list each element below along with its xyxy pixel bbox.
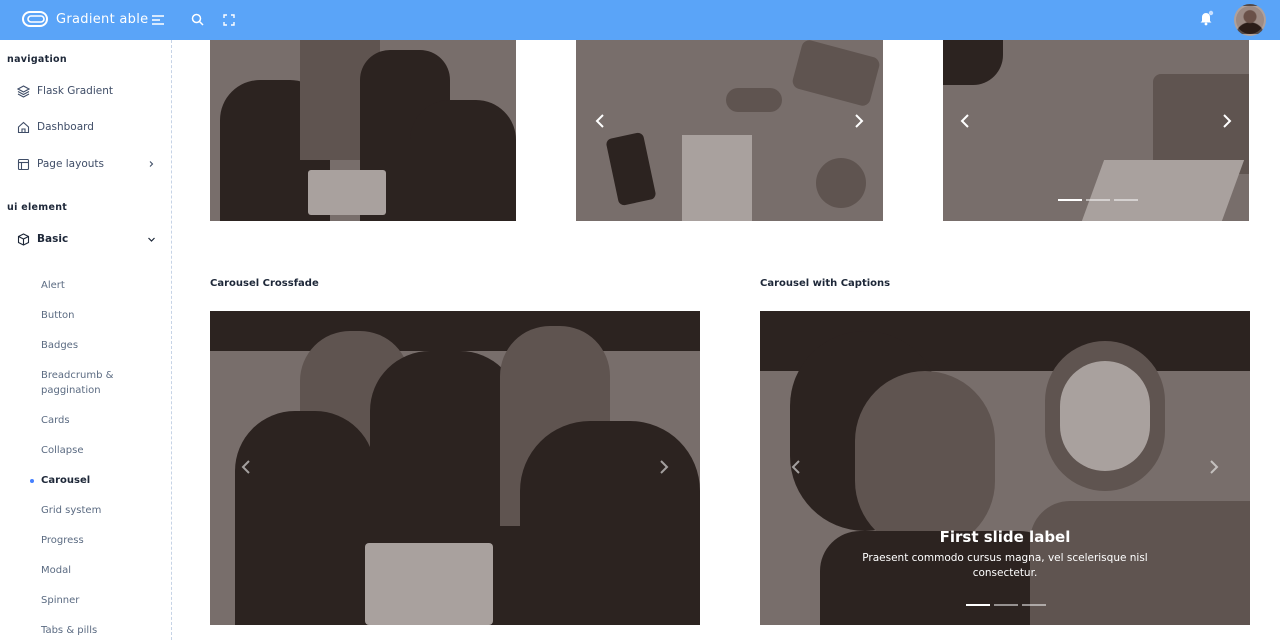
carousel-indicators (1058, 199, 1138, 201)
card-title-captions: Carousel with Captions (760, 278, 891, 289)
caption-text: Praesent commodo cursus magna, vel scele… (862, 552, 1148, 579)
home-icon (16, 120, 30, 134)
carousel-indicator[interactable] (1022, 604, 1046, 606)
sidebar-subitem-grid-system[interactable]: Grid system (0, 499, 171, 521)
logo-icon (22, 10, 50, 28)
box-icon (16, 232, 30, 246)
carousel-prev-button[interactable] (590, 112, 610, 132)
fullscreen-icon (223, 11, 235, 30)
sidebar-item-flask-gradient[interactable]: Flask Gradient (0, 78, 171, 104)
sidebar-item-page-layouts[interactable]: Page layouts (0, 151, 171, 177)
chevron-right-icon (854, 113, 864, 132)
sidebar-subitem-label: Badges (41, 340, 79, 351)
section-title-navigation: navigation (7, 54, 67, 65)
fullscreen-button[interactable] (218, 9, 240, 31)
sidebar-item-label: Basic (37, 233, 69, 245)
sidebar-subitem-badges[interactable]: Badges (0, 334, 171, 356)
carousel-next-button[interactable] (654, 458, 674, 478)
sidebar-subitem-label: Alert (41, 280, 65, 291)
carousel-caption: First slide label Praesent commodo cursu… (855, 528, 1155, 581)
sidebar-subitem-label: Grid system (41, 505, 102, 516)
sidebar-item-label: Dashboard (37, 121, 94, 133)
sidebar-subitem-collapse[interactable]: Collapse (0, 439, 171, 461)
chevron-left-icon (241, 459, 251, 478)
sidebar-subitem-label: Cards (41, 415, 70, 426)
chevron-right-icon (659, 459, 669, 478)
chevron-right-icon (1209, 459, 1219, 478)
active-bullet-icon (30, 479, 34, 483)
carousel-indicators (966, 604, 1046, 606)
sidebar-item-dashboard[interactable]: Dashboard (0, 114, 171, 140)
chevron-down-icon (146, 234, 156, 244)
carousel-indicator[interactable] (1058, 199, 1082, 201)
carousel-next-button[interactable] (1204, 458, 1224, 478)
carousel-slide-image (210, 40, 516, 221)
carousel-crossfade (210, 311, 700, 625)
top-header: Gradient able (0, 0, 1280, 40)
sidebar-item-basic[interactable]: Basic (0, 226, 171, 252)
menu-icon (151, 11, 165, 30)
sidebar-subitem-label: Progress (41, 535, 84, 546)
chevron-left-icon (791, 459, 801, 478)
sidebar-item-label: Flask Gradient (37, 85, 113, 97)
card-title-crossfade: Carousel Crossfade (210, 278, 319, 289)
sidebar-subitem-button[interactable]: Button (0, 304, 171, 326)
sidebar-subitem-progress[interactable]: Progress (0, 529, 171, 551)
carousel-prev-button[interactable] (236, 458, 256, 478)
main-content: Carousel Crossfade Carousel with Caption… (173, 40, 1280, 640)
brand-logo[interactable]: Gradient able (22, 10, 148, 28)
sidebar-subitem-label: Breadcrumb & paggination (41, 370, 114, 396)
carousel-indicator[interactable] (1086, 199, 1110, 201)
caption-title: First slide label (939, 528, 1071, 546)
bell-icon (1198, 10, 1214, 30)
section-title-ui-element: ui element (7, 202, 68, 213)
carousel-with-captions: First slide label Praesent commodo cursu… (760, 311, 1250, 625)
carousel-next-button[interactable] (1217, 112, 1237, 132)
sidebar-subitem-breadcrumb[interactable]: Breadcrumb & paggination (0, 364, 171, 396)
sidebar-subitem-label: Tabs & pills (41, 625, 98, 636)
sidebar-subitem-cards[interactable]: Cards (0, 409, 171, 431)
sidebar-subitem-alert[interactable]: Alert (0, 274, 171, 296)
carousel-indicator[interactable] (966, 604, 990, 606)
brand-name: Gradient able (56, 11, 149, 27)
carousel-slide-image (576, 40, 883, 221)
chevron-left-icon (960, 113, 970, 132)
sidebar-subitem-label: Button (41, 310, 75, 321)
sidebar-subitem-spinner[interactable]: Spinner (0, 589, 171, 611)
chevron-right-icon (1222, 113, 1232, 132)
sidebar-item-label: Page layouts (37, 158, 104, 170)
chevron-left-icon (595, 113, 605, 132)
sidebar-subitem-modal[interactable]: Modal (0, 559, 171, 581)
avatar[interactable] (1234, 4, 1266, 36)
sidebar-subitem-label: Spinner (41, 595, 80, 606)
layout-icon (16, 157, 30, 171)
chevron-right-icon (146, 159, 156, 169)
search-button[interactable] (186, 9, 208, 31)
layers-icon (16, 84, 30, 98)
sidebar-subitem-label: Collapse (41, 445, 84, 456)
carousel-prev-button[interactable] (955, 112, 975, 132)
notification-button[interactable] (1195, 9, 1217, 31)
sidebar-subitem-label: Carousel (41, 475, 91, 486)
carousel-next-button[interactable] (849, 112, 869, 132)
carousel-indicator[interactable] (1114, 199, 1138, 201)
sidebar-subitem-carousel[interactable]: Carousel (0, 469, 171, 491)
menu-toggle-button[interactable] (147, 9, 169, 31)
carousel-prev-button[interactable] (786, 458, 806, 478)
carousel-indicator[interactable] (994, 604, 1018, 606)
search-icon (191, 11, 204, 30)
sidebar-subitem-tabs-pills[interactable]: Tabs & pills (0, 619, 171, 640)
sidebar-subitem-label: Modal (41, 565, 71, 576)
carousel-slide-image (943, 40, 1249, 221)
sidebar: navigation Flask Gradient Dashboard Page… (0, 40, 172, 640)
